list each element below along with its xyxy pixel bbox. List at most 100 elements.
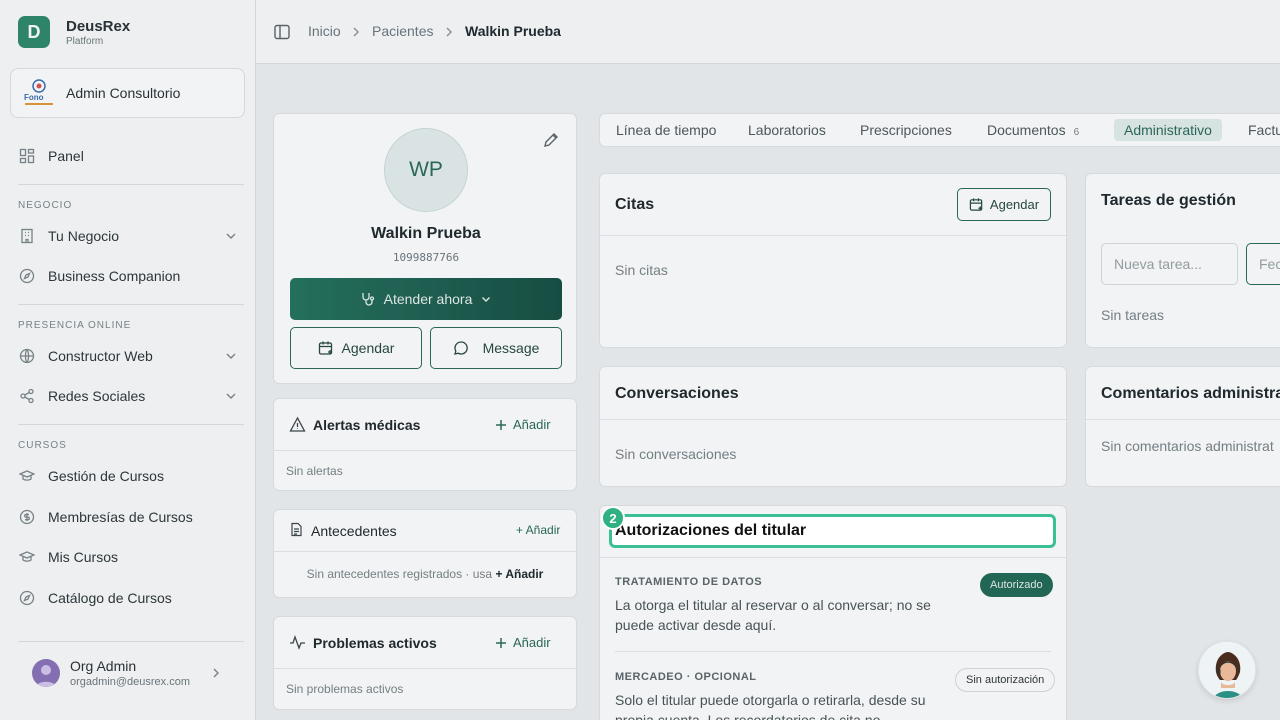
divider xyxy=(600,419,1066,420)
admin-comments-card: Comentarios administra Sin comentarios a… xyxy=(1085,366,1280,487)
authorizations-title: Autorizaciones del titular xyxy=(609,514,1056,548)
avatar xyxy=(32,659,60,687)
divider xyxy=(18,184,244,185)
user-name: Org Admin xyxy=(70,658,137,674)
activity-icon xyxy=(289,634,306,651)
brand[interactable]: D DeusRex Platform xyxy=(18,16,130,48)
conversations-empty: Sin conversaciones xyxy=(615,446,737,462)
chevron-right-icon xyxy=(443,26,455,38)
org-logo: Fono xyxy=(23,78,55,108)
section-label-presencia: PRESENCIA ONLINE xyxy=(18,320,132,331)
divider xyxy=(18,424,244,425)
appointments-card: Citas Agendar Sin citas xyxy=(599,173,1067,348)
brand-subtitle: Platform xyxy=(66,35,104,47)
patient-tabs: Línea de tiempo Laboratorios Prescripcio… xyxy=(599,113,1280,147)
marketing-text-line-1: Solo el titular puede otorgarla o retira… xyxy=(615,692,926,708)
add-history-button[interactable]: + Añadir xyxy=(516,523,560,537)
org-switcher[interactable]: Fono Admin Consultorio xyxy=(10,68,245,118)
divider xyxy=(274,450,576,451)
data-processing-label: TRATAMIENTO DE DATOS xyxy=(615,576,763,588)
conversations-title: Conversaciones xyxy=(615,385,739,402)
dashboard-icon xyxy=(18,147,36,165)
divider xyxy=(615,651,1051,652)
chevron-down-icon[interactable] xyxy=(224,229,238,243)
assistant-launcher[interactable] xyxy=(1198,641,1256,699)
tab-facturacion[interactable]: Factu xyxy=(1248,122,1280,138)
sidebar-toggle-icon[interactable] xyxy=(273,23,291,41)
calendar-add-icon xyxy=(318,340,334,356)
schedule-button[interactable]: Agendar xyxy=(290,327,422,369)
history-empty: Sin antecedentes registrados · usa + Aña… xyxy=(274,567,576,581)
brand-name: DeusRex xyxy=(66,17,131,35)
add-problem-button[interactable]: Añadir xyxy=(494,635,551,650)
pencil-icon[interactable] xyxy=(542,131,560,149)
sidebar-item-business-companion[interactable]: Business Companion xyxy=(18,261,238,291)
sidebar-item-tu-negocio[interactable]: Tu Negocio xyxy=(18,221,238,251)
tasks-empty: Sin tareas xyxy=(1101,307,1165,323)
authorized-badge: Autorizado xyxy=(980,573,1053,597)
sidebar-item-membresias[interactable]: Membresías de Cursos xyxy=(18,502,238,532)
tab-prescripciones[interactable]: Prescripciones xyxy=(860,122,952,138)
active-problems-card: Problemas activos Añadir Sin problemas a… xyxy=(273,616,577,710)
message-button[interactable]: Message xyxy=(430,327,562,369)
sidebar-item-constructor-web[interactable]: Constructor Web xyxy=(18,341,238,371)
schedule-label: Agendar xyxy=(989,197,1040,212)
sidebar-item-label: Membresías de Cursos xyxy=(48,509,193,525)
building-icon xyxy=(18,227,36,245)
new-task-input[interactable]: Nueva tarea... xyxy=(1101,243,1238,285)
marketing-label: MERCADEO · OPCIONAL xyxy=(615,671,757,683)
attend-now-label: Atender ahora xyxy=(383,291,473,307)
document-icon xyxy=(289,522,304,537)
breadcrumb-home[interactable]: Inicio xyxy=(308,23,341,39)
sidebar-item-label: Gestión de Cursos xyxy=(48,468,164,484)
graduation-cap-icon xyxy=(18,467,36,485)
data-processing-text-line-2: puede activar desde aquí. xyxy=(615,617,777,633)
message-label: Message xyxy=(482,340,540,356)
sidebar-item-mis-cursos[interactable]: Mis Cursos xyxy=(18,542,238,572)
dollar-circle-icon xyxy=(18,508,36,526)
sidebar: D DeusRex Platform Fono Admin Consultori… xyxy=(0,0,256,720)
history-card: Antecedentes + Añadir Sin antecedentes r… xyxy=(273,509,577,598)
chevron-down-icon[interactable] xyxy=(224,389,238,403)
alerts-empty: Sin alertas xyxy=(286,464,343,478)
user-menu[interactable]: Org Admin orgadmin@deusrex.com xyxy=(32,656,237,690)
sidebar-item-label: Redes Sociales xyxy=(48,388,146,404)
history-empty-text: Sin antecedentes registrados · usa xyxy=(306,567,496,581)
sidebar-item-label: Catálogo de Cursos xyxy=(48,590,172,606)
attend-now-button[interactable]: Atender ahora xyxy=(290,278,562,320)
tab-administrativo[interactable]: Administrativo xyxy=(1114,119,1222,141)
sidebar-item-panel[interactable]: Panel xyxy=(18,141,238,171)
history-empty-link[interactable]: + Añadir xyxy=(495,567,543,581)
sidebar-item-redes-sociales[interactable]: Redes Sociales xyxy=(18,381,238,411)
medical-alerts-card: Alertas médicas Añadir Sin alertas xyxy=(273,398,577,491)
data-processing-text-line-1: La otorga el titular al reservar o al co… xyxy=(615,597,931,613)
breadcrumb-patients[interactable]: Pacientes xyxy=(372,23,433,39)
sidebar-item-label: Business Companion xyxy=(48,268,181,284)
org-name: Admin Consultorio xyxy=(66,85,181,101)
chat-bubble-icon xyxy=(453,340,469,356)
calendar-add-icon xyxy=(969,197,984,212)
conversations-card: Conversaciones Sin conversaciones xyxy=(599,366,1067,487)
tasks-title: Tareas de gestión xyxy=(1101,192,1236,209)
chevron-down-icon[interactable] xyxy=(224,349,238,363)
sidebar-item-label: Panel xyxy=(48,148,84,164)
svg-text:Fono: Fono xyxy=(24,93,44,102)
tab-laboratorios[interactable]: Laboratorios xyxy=(748,122,826,138)
sidebar-item-catalogo[interactable]: Catálogo de Cursos xyxy=(18,583,238,613)
warning-icon xyxy=(289,416,306,433)
task-date-input[interactable]: Fec xyxy=(1246,243,1280,285)
top-bar: Inicio Pacientes Walkin Prueba xyxy=(256,0,1280,64)
tab-linea-de-tiempo[interactable]: Línea de tiempo xyxy=(616,122,716,138)
schedule-appointment-button[interactable]: Agendar xyxy=(957,188,1051,221)
compass-icon xyxy=(18,267,36,285)
divider xyxy=(600,235,1066,236)
brand-logo: D xyxy=(18,16,50,48)
add-alert-button[interactable]: Añadir xyxy=(494,417,551,432)
sidebar-item-gestion-cursos[interactable]: Gestión de Cursos xyxy=(18,461,238,491)
management-tasks-card: Tareas de gestión Nueva tarea... Fec Sin… xyxy=(1085,173,1280,348)
tab-documentos[interactable]: Documentos 6 xyxy=(987,122,1079,138)
breadcrumb-current: Walkin Prueba xyxy=(465,23,561,39)
admin-comments-title: Comentarios administra xyxy=(1101,385,1280,402)
graduation-cap-icon xyxy=(18,548,36,566)
stethoscope-icon xyxy=(360,291,376,307)
